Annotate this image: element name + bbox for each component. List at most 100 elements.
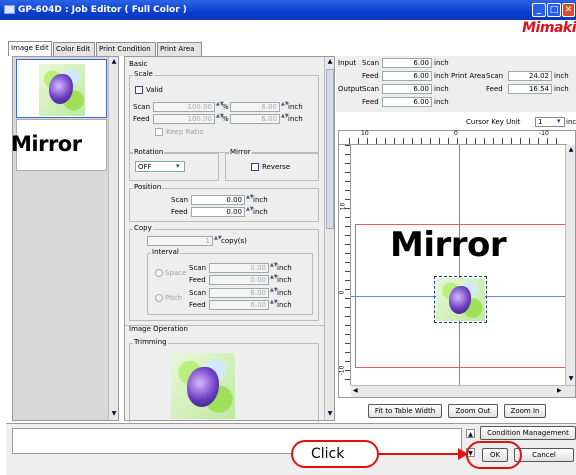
space-feed-label: Feed bbox=[189, 276, 206, 284]
scroll-thumb[interactable] bbox=[326, 69, 334, 229]
inch-unit: inch bbox=[288, 103, 303, 111]
settings-scrollbar[interactable]: ▲ ▼ bbox=[324, 57, 334, 420]
keep-ratio-checkbox[interactable] bbox=[155, 128, 163, 136]
rotation-label: Rotation bbox=[133, 148, 165, 156]
pitch-radio[interactable] bbox=[155, 294, 163, 302]
space-feed-field[interactable]: 0.00 bbox=[209, 275, 269, 285]
spin-icon[interactable]: ▲▼ bbox=[246, 207, 254, 217]
preview-hscroll[interactable]: ◀ ▶ bbox=[351, 385, 575, 397]
ruler-tick-label: -10 bbox=[539, 130, 549, 137]
scroll-down-icon[interactable]: ▼ bbox=[109, 409, 119, 419]
scale-feed-percent-field[interactable]: 100.00 bbox=[153, 114, 215, 124]
click-callout: Click bbox=[291, 440, 379, 468]
pitch-scan-field[interactable]: 6.00 bbox=[209, 288, 269, 298]
space-scan-field[interactable]: 0.00 bbox=[209, 263, 269, 273]
inch-unit: inch bbox=[253, 196, 268, 204]
valid-checkbox[interactable] bbox=[135, 86, 143, 94]
input-feed-value: 6.00 bbox=[382, 71, 432, 81]
print-area-scan-value: 24.02 bbox=[508, 71, 552, 81]
cancel-button[interactable]: Cancel bbox=[514, 448, 574, 462]
scroll-down-icon[interactable]: ▼ bbox=[566, 374, 576, 384]
valid-label: Valid bbox=[146, 86, 163, 94]
reverse-checkbox[interactable] bbox=[251, 163, 259, 171]
space-scan-label: Scan bbox=[189, 264, 207, 272]
scroll-left-icon[interactable]: ◀ bbox=[353, 387, 358, 394]
spin-icon[interactable]: ▲▼ bbox=[270, 263, 278, 273]
app-icon bbox=[4, 5, 15, 14]
rotation-select[interactable]: OFF ▾ bbox=[135, 161, 185, 172]
space-radio[interactable] bbox=[155, 269, 163, 277]
preview-vscroll[interactable]: ▲ ▼ bbox=[565, 145, 575, 385]
thumbnail-selected[interactable] bbox=[16, 59, 107, 118]
image-operation-label: Image Operation bbox=[129, 325, 188, 333]
maximize-button[interactable]: □ bbox=[547, 3, 561, 17]
copy-count-field[interactable]: 1 bbox=[147, 236, 213, 246]
reverse-label: Reverse bbox=[262, 163, 291, 171]
scale-scan-inch-field[interactable]: 6.00 bbox=[230, 102, 280, 112]
trimming-label: Trimming bbox=[133, 338, 168, 346]
preview-mirror-text: Mirror bbox=[390, 225, 507, 265]
tab-print-condition[interactable]: Print Condition bbox=[96, 42, 156, 56]
tab-print-area[interactable]: Print Area bbox=[157, 42, 202, 56]
spin-icon[interactable]: ▲▼ bbox=[216, 102, 224, 112]
scroll-down-icon[interactable]: ▼ bbox=[325, 409, 335, 419]
bird-figure bbox=[187, 367, 219, 407]
preview-image bbox=[436, 278, 485, 321]
position-scan-field[interactable]: 0.00 bbox=[191, 195, 245, 205]
tab-color-edit[interactable]: Color Edit bbox=[53, 42, 95, 56]
space-label: Space bbox=[165, 269, 187, 277]
scroll-up-icon[interactable]: ▲ bbox=[109, 57, 119, 67]
ruler-tick-label: 10 bbox=[361, 130, 369, 137]
inch-unit: inch bbox=[434, 59, 449, 67]
zoom-out-button[interactable]: Zoom Out bbox=[448, 404, 498, 418]
position-feed-field[interactable]: 0.00 bbox=[191, 207, 245, 217]
mirror-label: Mirror bbox=[229, 148, 252, 156]
cursor-key-unit-label: Cursor Key Unit bbox=[466, 118, 521, 126]
thumbnail-mirror[interactable]: Mirror bbox=[11, 119, 107, 171]
click-callout-text: Click bbox=[311, 446, 345, 462]
scroll-right-icon[interactable]: ▶ bbox=[557, 387, 562, 394]
input-feed-label: Feed bbox=[362, 72, 379, 80]
position-scan-label: Scan bbox=[171, 196, 189, 204]
output-feed-value: 6.00 bbox=[382, 97, 432, 107]
inch-unit: inch bbox=[554, 85, 569, 93]
pct-unit: % bbox=[222, 115, 229, 123]
pitch-feed-field[interactable]: 6.00 bbox=[209, 300, 269, 310]
minimize-button[interactable]: _ bbox=[532, 3, 546, 17]
input-scan-value: 6.00 bbox=[382, 58, 432, 68]
title-bar: GP-604D : Job Editor ( Full Color ) _ □ … bbox=[0, 0, 576, 20]
scale-feed-inch-field[interactable]: 6.00 bbox=[230, 114, 280, 124]
inch-unit: inch bbox=[277, 289, 292, 297]
copy-unit: copy(s) bbox=[221, 237, 247, 245]
fit-to-table-width-button[interactable]: Fit to Table Width bbox=[368, 404, 442, 418]
thumbnail-scrollbar[interactable]: ▲ ▼ bbox=[108, 57, 118, 420]
spin-icon[interactable]: ▲▼ bbox=[281, 114, 289, 124]
scroll-up-icon[interactable]: ▲ bbox=[325, 57, 335, 67]
cursor-key-unit-select[interactable]: 1 ▾ bbox=[535, 117, 565, 127]
inch-unit: inch bbox=[253, 208, 268, 216]
condition-management-button[interactable]: Condition Management bbox=[480, 426, 576, 440]
spin-icon[interactable]: ▲▼ bbox=[246, 195, 254, 205]
tab-image-edit[interactable]: Image Edit bbox=[8, 41, 52, 56]
ruler-tick-label: 0 bbox=[454, 130, 458, 137]
interval-label: Interval bbox=[151, 248, 180, 256]
spin-icon[interactable]: ▲▼ bbox=[281, 102, 289, 112]
print-area-feed-label: Feed bbox=[486, 85, 503, 93]
zoom-in-button[interactable]: Zoom In bbox=[504, 404, 546, 418]
spin-icon[interactable]: ▲▼ bbox=[270, 275, 278, 285]
inch-unit: inch bbox=[277, 264, 292, 272]
keep-ratio-label: Keep Ratio bbox=[166, 128, 204, 136]
cursor-key-value: 1 bbox=[538, 118, 543, 126]
position-label: Position bbox=[133, 183, 163, 191]
spin-icon[interactable]: ▲▼ bbox=[216, 114, 224, 124]
spin-icon[interactable]: ▲▼ bbox=[214, 236, 222, 246]
close-button[interactable]: ✕ bbox=[562, 3, 575, 17]
expand-up-icon[interactable]: ▲ bbox=[466, 429, 475, 438]
scale-scan-percent-field[interactable]: 100.00 bbox=[153, 102, 215, 112]
spin-icon[interactable]: ▲▼ bbox=[270, 300, 278, 310]
selected-image-frame[interactable] bbox=[434, 276, 487, 323]
spin-icon[interactable]: ▲▼ bbox=[270, 288, 278, 298]
scroll-up-icon[interactable]: ▲ bbox=[566, 145, 576, 155]
ruler-ticks bbox=[345, 145, 350, 385]
preview-canvas[interactable]: 10 0 -10 10 0 -10 Mirror ▲ ▼ ◀ ▶ bbox=[338, 130, 576, 398]
